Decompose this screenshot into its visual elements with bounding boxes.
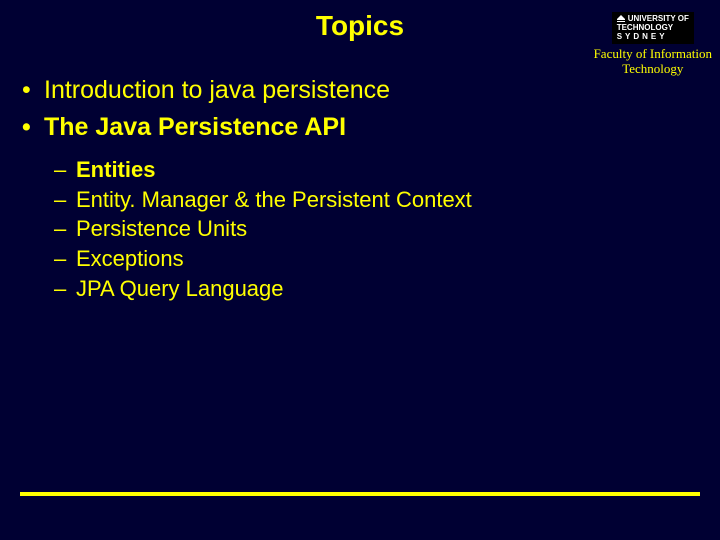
uts-building-icon [617, 15, 625, 23]
horizontal-rule [20, 492, 700, 496]
bullet-icon: • [22, 74, 44, 107]
branding-block: UNIVERSITY OF TECHNOLOGY SYDNEY Faculty … [594, 12, 712, 77]
list-item: –Exceptions [54, 244, 720, 274]
uts-logo: UNIVERSITY OF TECHNOLOGY SYDNEY [612, 12, 694, 44]
item-text: Persistence Units [76, 216, 247, 241]
list-item: –Persistence Units [54, 214, 720, 244]
dash-icon: – [54, 214, 76, 244]
item-text: Entities [76, 157, 155, 182]
logo-line3: SYDNEY [617, 33, 689, 42]
item-text: Exceptions [76, 246, 184, 271]
dash-icon: – [54, 244, 76, 274]
item-text: Entity. Manager & the Persistent Context [76, 187, 472, 212]
faculty-label: Faculty of Information Technology [594, 47, 712, 77]
list-item: –Entity. Manager & the Persistent Contex… [54, 185, 720, 215]
list-item: –JPA Query Language [54, 274, 720, 304]
list-item: •The Java Persistence API [22, 111, 720, 144]
faculty-line1: Faculty of Information [594, 46, 712, 61]
list-item: •Introduction to java persistence [22, 74, 720, 107]
bullet-icon: • [22, 111, 44, 144]
slide-header: Topics UNIVERSITY OF TECHNOLOGY SYDNEY F… [0, 0, 720, 42]
list-item: –Entities [54, 155, 720, 185]
slide-content: •Introduction to java persistence •The J… [0, 42, 720, 303]
item-text: Introduction to java persistence [44, 76, 390, 104]
dash-icon: – [54, 274, 76, 304]
dash-icon: – [54, 155, 76, 185]
item-text: JPA Query Language [76, 276, 284, 301]
topic-list: •Introduction to java persistence •The J… [22, 74, 720, 143]
faculty-line2: Technology [622, 61, 683, 76]
dash-icon: – [54, 185, 76, 215]
subtopic-list: –Entities –Entity. Manager & the Persist… [54, 155, 720, 303]
item-text: The Java Persistence API [44, 113, 346, 141]
